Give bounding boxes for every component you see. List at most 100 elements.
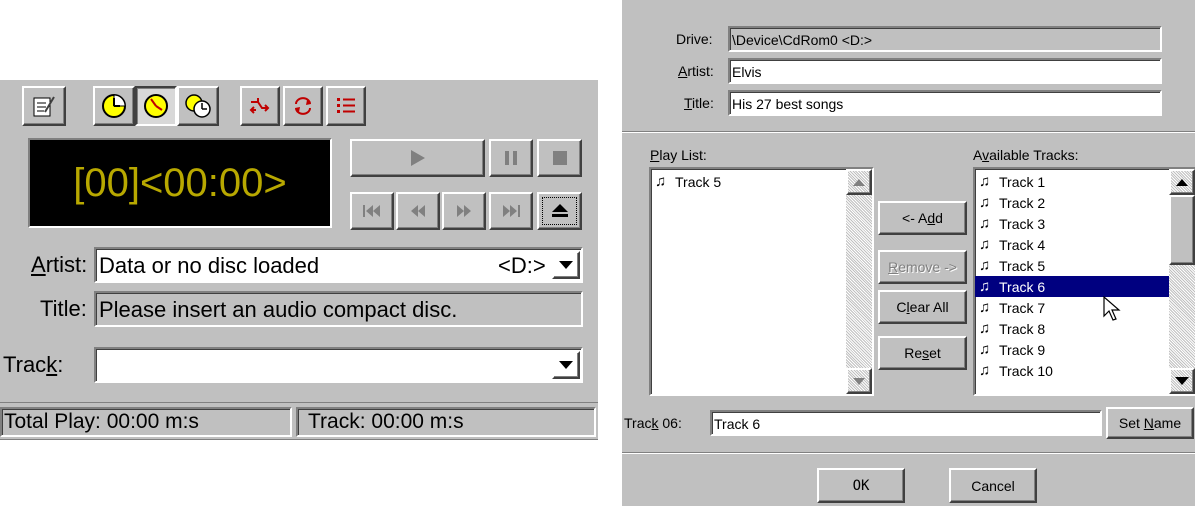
artist-combobox[interactable]: Data or no disc loaded <D:> bbox=[94, 247, 583, 283]
track-dropdown-button[interactable] bbox=[552, 351, 580, 379]
eject-button[interactable] bbox=[537, 192, 582, 230]
arrow-down-icon bbox=[1175, 377, 1189, 385]
list-item-label: Track 9 bbox=[999, 341, 1046, 358]
skip-backward-button[interactable] bbox=[396, 192, 440, 230]
list-item-label: Track 10 bbox=[999, 362, 1053, 379]
list-item-label: Track 3 bbox=[999, 215, 1046, 232]
music-note-icon: ♫ bbox=[979, 194, 991, 211]
reset-button[interactable]: Reset bbox=[878, 336, 967, 370]
list-item-label: Track 8 bbox=[999, 320, 1046, 337]
list-item[interactable]: ♫ Track 5 bbox=[975, 255, 1169, 276]
cancel-button[interactable]: Cancel bbox=[949, 468, 1037, 503]
list-item-label: Track 2 bbox=[999, 194, 1046, 211]
track-label: Track: bbox=[3, 352, 64, 377]
list-item[interactable]: ♫ Track 8 bbox=[975, 318, 1169, 339]
title-field: Please insert an audio compact disc. bbox=[94, 291, 583, 327]
available-scrollbar[interactable] bbox=[1169, 169, 1195, 394]
clear-all-button[interactable]: Clear All bbox=[878, 290, 967, 324]
skip-forward-button[interactable] bbox=[442, 192, 486, 230]
random-order-button[interactable] bbox=[240, 86, 280, 126]
list-item[interactable]: ♫ Track 7 bbox=[975, 297, 1169, 318]
next-track-icon bbox=[503, 205, 520, 217]
remove-button[interactable]: Remove -> bbox=[878, 250, 967, 284]
add-button[interactable]: <- Add bbox=[878, 201, 967, 235]
list-item[interactable]: ♫ Track 6 bbox=[975, 276, 1169, 297]
divider-bottom bbox=[622, 452, 1195, 454]
eject-icon bbox=[551, 204, 568, 217]
track-time-remaining-icon bbox=[144, 94, 168, 118]
list-item-label: Track 5 bbox=[999, 257, 1046, 274]
dialog-title-input[interactable]: His 27 best songs bbox=[728, 90, 1162, 116]
set-name-button[interactable]: Set Name bbox=[1106, 407, 1194, 439]
track-edit-label: Track 06: bbox=[624, 415, 682, 431]
playlist-items: ♫ Track 5 bbox=[651, 171, 845, 192]
previous-track-button[interactable] bbox=[350, 192, 394, 230]
intro-play-button[interactable] bbox=[326, 86, 366, 126]
playlist-scroll-down-button[interactable] bbox=[846, 368, 872, 394]
status-bar: Total Play: 00:00 m:s Track: 00:00 m:s bbox=[0, 402, 598, 440]
list-item[interactable]: ♫ Track 1 bbox=[975, 171, 1169, 192]
disc-time-remaining-button[interactable] bbox=[177, 86, 219, 126]
track-combobox[interactable] bbox=[94, 347, 583, 383]
skip-forward-icon bbox=[457, 205, 471, 217]
next-track-button[interactable] bbox=[489, 192, 533, 230]
play-button[interactable] bbox=[350, 139, 485, 177]
mouse-cursor-icon bbox=[1103, 296, 1121, 321]
playlist-listbox[interactable]: ♫ Track 5 bbox=[649, 167, 874, 396]
available-tracks-listbox[interactable]: ♫ Track 1 ♫ Track 2 ♫ Track 3 ♫ Track 4 ♫ Track 5… bbox=[973, 167, 1195, 396]
music-note-icon: ♫ bbox=[979, 320, 991, 337]
track-name-input[interactable]: Track 6 bbox=[710, 410, 1102, 436]
artist-value: Data or no disc loaded bbox=[99, 253, 320, 278]
cd-player-window: [00]<00:00> Artist: Data or no disc load… bbox=[0, 80, 598, 440]
list-item-label: Track 6 bbox=[999, 278, 1046, 295]
list-item[interactable]: ♫ Track 9 bbox=[975, 339, 1169, 360]
list-item-label: Track 4 bbox=[999, 236, 1046, 253]
edit-playlist-icon bbox=[33, 96, 55, 117]
playlist-scroll-up-button[interactable] bbox=[846, 169, 872, 195]
arrow-down-icon bbox=[853, 377, 865, 385]
dialog-title-value: His 27 best songs bbox=[732, 96, 844, 112]
intro-play-icon bbox=[337, 98, 355, 113]
available-scroll-thumb[interactable] bbox=[1169, 195, 1195, 265]
dialog-artist-input[interactable]: Elvis bbox=[728, 58, 1162, 84]
chevron-down-icon bbox=[559, 261, 573, 269]
title-label: Title: bbox=[40, 296, 87, 321]
arrow-up-icon bbox=[853, 178, 865, 186]
time-display-text: [00]<00:00> bbox=[73, 160, 287, 205]
list-item[interactable]: ♫ Track 4 bbox=[975, 234, 1169, 255]
title-value: Please insert an audio compact disc. bbox=[99, 297, 458, 322]
pause-icon bbox=[505, 151, 517, 165]
music-note-icon: ♫ bbox=[655, 173, 667, 190]
stop-button[interactable] bbox=[537, 139, 582, 177]
continuous-play-button[interactable] bbox=[283, 86, 323, 126]
artist-label: Artist: bbox=[31, 252, 88, 277]
list-item[interactable]: ♫ Track 2 bbox=[975, 192, 1169, 213]
edit-playlist-button[interactable] bbox=[22, 86, 66, 126]
music-note-icon: ♫ bbox=[979, 215, 991, 232]
list-item-label: Track 1 bbox=[999, 173, 1046, 190]
dialog-title-label: Title: bbox=[684, 95, 714, 111]
status-track: Track: 00:00 m:s bbox=[296, 407, 596, 437]
list-item[interactable]: ♫ Track 3 bbox=[975, 213, 1169, 234]
drive-value: \Device\CdRom0 <D:> bbox=[732, 32, 873, 48]
list-item[interactable]: ♫ Track 10 bbox=[975, 360, 1169, 381]
playlist-scrollbar[interactable] bbox=[846, 169, 872, 394]
track-name-value: Track 6 bbox=[714, 416, 761, 432]
ok-button[interactable]: OK bbox=[817, 468, 905, 503]
available-scroll-down-button[interactable] bbox=[1169, 368, 1195, 394]
list-item-label: Track 5 bbox=[675, 173, 722, 190]
pause-button[interactable] bbox=[489, 139, 533, 177]
disc-settings-dialog: Drive: \Device\CdRom0 <D:> Artist: Elvis… bbox=[622, 0, 1195, 506]
continuous-play-icon bbox=[295, 97, 311, 115]
track-time-remaining-button[interactable] bbox=[135, 86, 177, 126]
music-note-icon: ♫ bbox=[979, 341, 991, 358]
track-time-elapsed-button[interactable] bbox=[93, 86, 135, 126]
dialog-artist-label: Artist: bbox=[678, 63, 714, 79]
list-item-label: Track 7 bbox=[999, 299, 1046, 316]
status-track-text: Track: 00:00 m:s bbox=[308, 410, 464, 433]
list-item[interactable]: ♫ Track 5 bbox=[651, 171, 845, 192]
disc-time-remaining-icon bbox=[185, 94, 211, 118]
divider bbox=[622, 131, 1195, 133]
artist-dropdown-button[interactable] bbox=[552, 251, 580, 279]
available-scroll-up-button[interactable] bbox=[1169, 169, 1195, 195]
